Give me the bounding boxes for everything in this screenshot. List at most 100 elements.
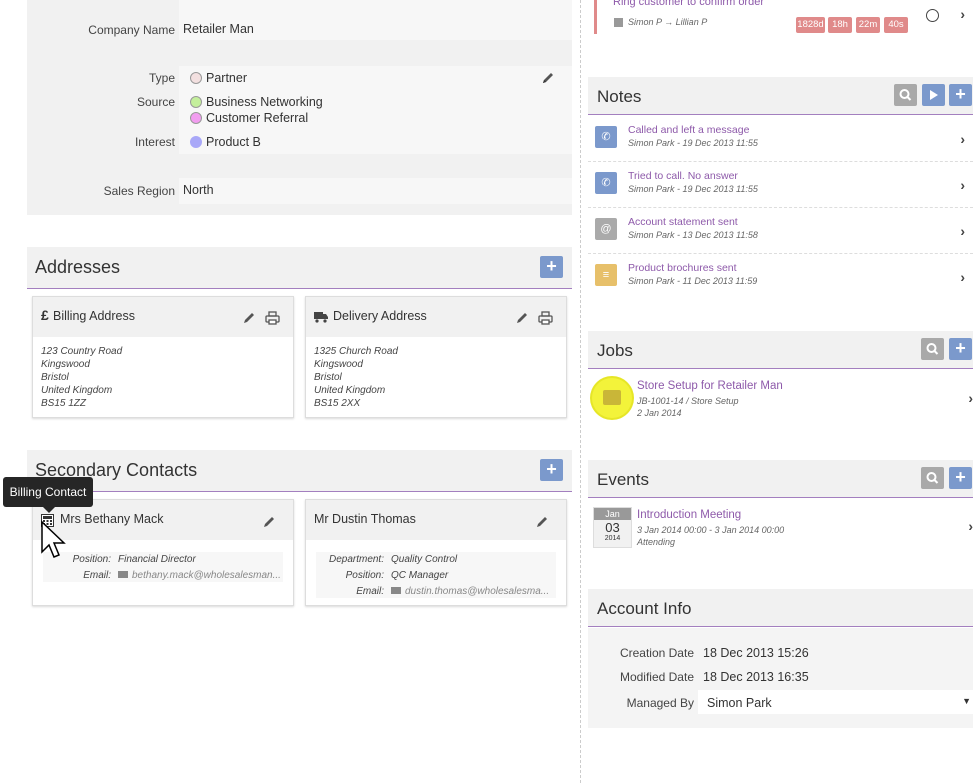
badge-hours: 18h: [828, 17, 852, 33]
briefcase-icon: [603, 390, 621, 405]
phone-icon: ✆: [595, 126, 617, 148]
modified-date-value: 18 Dec 2013 16:35: [703, 670, 809, 684]
chevron-right-icon[interactable]: ›: [960, 177, 965, 193]
add-event-button[interactable]: +: [949, 467, 972, 489]
note-meta: Simon Park - 11 Dec 2013 11:59: [628, 276, 758, 286]
department-value: Quality Control: [391, 554, 458, 565]
modified-date-label: Modified Date: [619, 670, 694, 684]
edit-billing-pencil-icon[interactable]: [242, 311, 256, 325]
chevron-right-icon[interactable]: ›: [960, 131, 965, 147]
task-item[interactable]: Ring customer to confirm order Simon P →…: [588, 0, 973, 48]
chevron-right-icon[interactable]: ›: [968, 390, 973, 406]
chevron-right-icon[interactable]: ›: [960, 223, 965, 239]
task-complete-checkbox[interactable]: [926, 9, 939, 22]
edit-details-pencil-icon[interactable]: [541, 71, 555, 85]
note-meta: Simon Park - 19 Dec 2013 11:55: [628, 184, 758, 194]
source-tag-2[interactable]: Customer Referral: [190, 110, 308, 126]
notes-title: Notes: [597, 87, 642, 106]
print-billing-printer-icon[interactable]: [265, 311, 280, 325]
column-divider: [580, 0, 581, 783]
note-title[interactable]: Tried to call. No answer: [628, 170, 738, 182]
email-value[interactable]: bethany.mack@wholesalesman...: [132, 570, 281, 581]
job-date: 2 Jan 2014: [637, 408, 682, 418]
pound-icon: £: [41, 307, 49, 323]
add-job-button[interactable]: +: [949, 338, 972, 360]
event-day: 03: [605, 520, 620, 535]
interest-tag[interactable]: Product B: [190, 134, 261, 150]
search-jobs-button[interactable]: [921, 338, 944, 360]
managed-by-select[interactable]: Simon Park ▼: [698, 690, 973, 714]
billing-line-1: 123 Country Road: [41, 346, 123, 357]
partner-color-dot: [190, 72, 202, 84]
position-value: QC Manager: [391, 570, 449, 581]
job-item[interactable]: Store Setup for Retailer Man JB-1001-14 …: [588, 372, 973, 428]
note-meta: Simon Park - 19 Dec 2013 11:55: [628, 138, 758, 148]
managed-by-label: Managed By: [626, 696, 694, 710]
dropdown-arrow-icon: ▼: [962, 696, 971, 706]
jobs-title: Jobs: [597, 341, 633, 360]
email-label: Email:: [356, 586, 384, 597]
job-title[interactable]: Store Setup for Retailer Man: [637, 380, 783, 392]
addresses-header: Addresses +: [27, 247, 572, 289]
chevron-right-icon[interactable]: ›: [960, 269, 965, 285]
contact-name-dustin[interactable]: Mr Dustin Thomas: [314, 512, 416, 526]
billing-line-3: Bristol: [41, 372, 69, 383]
search-icon: [926, 472, 939, 484]
search-notes-button[interactable]: [894, 84, 917, 106]
at-icon: @: [595, 218, 617, 240]
chevron-right-icon[interactable]: ›: [968, 518, 973, 534]
contact-card-bethany: Mrs Bethany Mack Position: Financial Dir…: [32, 499, 294, 606]
billing-contact-tooltip: Billing Contact: [3, 477, 93, 513]
account-info-title: Account Info: [597, 599, 692, 618]
source-tag-1[interactable]: Business Networking: [190, 94, 323, 110]
contact-name-bethany[interactable]: Mrs Bethany Mack: [60, 512, 164, 526]
company-name-label: Company Name: [88, 23, 175, 37]
add-note-button[interactable]: +: [949, 84, 972, 106]
billing-address-card: £ Billing Address 123 Country Road Kings…: [32, 296, 294, 418]
position-label: Position:: [345, 570, 384, 581]
modified-date-row: Modified Date 18 Dec 2013 16:35: [588, 665, 973, 689]
customer-referral-color-dot: [190, 112, 202, 124]
event-month: Jan: [594, 508, 631, 520]
event-item[interactable]: Jan 03 2014 Introduction Meeting 3 Jan 2…: [588, 500, 973, 556]
document-icon: ≡: [595, 264, 617, 286]
note-item[interactable]: @ Account statement sent Simon Park - 13…: [588, 209, 973, 254]
note-title[interactable]: Product brochures sent: [628, 262, 737, 274]
note-title[interactable]: Called and left a message: [628, 124, 749, 136]
job-reference: JB-1001-14 / Store Setup: [637, 396, 739, 406]
note-title[interactable]: Account statement sent: [628, 216, 738, 228]
delivery-line-4: United Kingdom: [314, 385, 386, 396]
source-value-1: Business Networking: [206, 95, 323, 109]
add-contact-button[interactable]: +: [540, 459, 563, 481]
addresses-title: Addresses: [35, 257, 121, 277]
company-name-value: Retailer Man: [183, 22, 254, 36]
envelope-icon: [391, 587, 401, 594]
event-title[interactable]: Introduction Meeting: [637, 509, 741, 521]
badge-seconds: 40s: [884, 17, 908, 33]
task-chevron-right-icon[interactable]: ›: [960, 6, 965, 22]
email-value[interactable]: dustin.thomas@wholesalesma...: [405, 586, 549, 597]
creation-date-value: 18 Dec 2013 15:26: [703, 646, 809, 660]
search-events-button[interactable]: [921, 467, 944, 489]
task-title[interactable]: Ring customer to confirm order: [613, 0, 764, 8]
billing-address-lines: 123 Country Road Kingswood Bristol Unite…: [33, 337, 293, 418]
note-meta: Simon Park - 13 Dec 2013 11:58: [628, 230, 758, 240]
task-user-icon: [614, 18, 623, 27]
secondary-contacts-header: Secondary Contacts +: [27, 450, 572, 492]
events-title: Events: [597, 470, 649, 489]
event-status: Attending: [637, 537, 676, 547]
note-item[interactable]: ✆ Called and left a message Simon Park -…: [588, 117, 973, 162]
billing-address-title: Billing Address: [53, 309, 135, 323]
note-item[interactable]: ✆ Tried to call. No answer Simon Park - …: [588, 163, 973, 208]
note-item[interactable]: ≡ Product brochures sent Simon Park - 11…: [588, 255, 973, 300]
print-delivery-printer-icon[interactable]: [538, 311, 553, 325]
play-notes-button[interactable]: [922, 84, 945, 106]
contact-card-dustin: Mr Dustin Thomas Department: Quality Con…: [305, 499, 567, 606]
organisation-details-panel: Company Name Retailer Man Type Partner S…: [27, 0, 572, 215]
edit-contact-bethany-pencil-icon[interactable]: [262, 515, 276, 529]
edit-delivery-pencil-icon[interactable]: [515, 311, 529, 325]
type-tag[interactable]: Partner: [190, 70, 247, 86]
interest-value: Product B: [206, 135, 261, 149]
add-address-button[interactable]: +: [540, 256, 563, 278]
edit-contact-dustin-pencil-icon[interactable]: [535, 515, 549, 529]
